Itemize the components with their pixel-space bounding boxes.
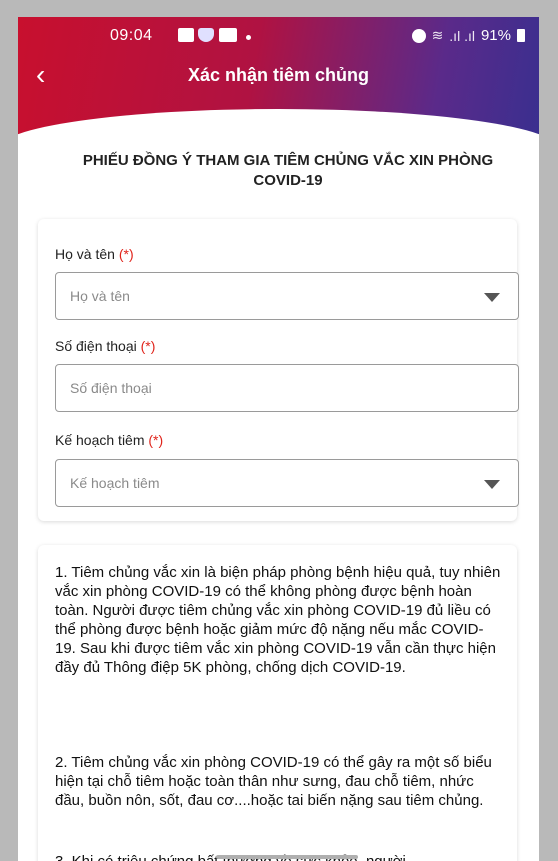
battery-level: 91% [480, 27, 511, 44]
status-bar: 09:04 ≋ .ıl .ıl 91% [18, 25, 539, 49]
full-name-label: Họ và tên (*) [55, 246, 134, 262]
form-card: Họ và tên (*) Họ và tên Số điện thoại (*… [38, 219, 519, 521]
battery-icon [517, 29, 525, 42]
signal-icon: .ıl .ıl [449, 27, 475, 44]
page-title: Xác nhận tiêm chủng [187, 65, 370, 85]
vaccination-plan-placeholder: Kế hoạch tiêm [70, 475, 160, 491]
consent-paragraph-1: 1. Tiêm chủng vắc xin là biện pháp phòng… [55, 564, 501, 676]
form-title: PHIẾU ĐỒNG Ý THAM GIA TIÊM CHỦNG VẮC XIN… [82, 152, 494, 189]
phone-label: Số điện thoại (*) [55, 338, 155, 354]
phone-input[interactable]: Số điện thoại [55, 364, 519, 412]
notification-dot-icon [246, 35, 251, 40]
phone-placeholder: Số điện thoại [70, 380, 152, 396]
required-mark: (*) [118, 246, 134, 262]
required-mark: (*) [148, 432, 164, 448]
full-name-dropdown[interactable]: Họ và tên [55, 272, 519, 320]
required-mark: (*) [140, 338, 156, 354]
phone-label-text: Số điện thoại [55, 338, 137, 354]
status-time: 09:04 [110, 27, 153, 44]
vaccination-plan-label-text: Kế hoạch tiêm [55, 432, 145, 448]
zalo-icon [219, 28, 237, 42]
phone-screen: 09:04 ≋ .ıl .ıl 91% ‹ Xác nhận tiêm chủn… [18, 17, 539, 861]
chevron-down-icon [484, 293, 500, 302]
consent-paragraph-2: 2. Tiêm chủng vắc xin phòng COVID-19 có … [55, 754, 492, 809]
vaccination-plan-label: Kế hoạch tiêm (*) [55, 432, 163, 448]
status-right: ≋ .ıl .ıl 91% [411, 27, 525, 44]
chevron-down-icon [484, 480, 500, 489]
vaccination-plan-dropdown[interactable]: Kế hoạch tiêm [55, 459, 519, 507]
full-name-placeholder: Họ và tên [70, 288, 130, 304]
alarm-icon [411, 28, 426, 43]
shield-icon [198, 28, 214, 42]
image-icon [178, 28, 194, 42]
wifi-icon: ≋ [431, 27, 444, 43]
consent-info-card: 1. Tiêm chủng vắc xin là biện pháp phòng… [38, 545, 517, 861]
home-indicator[interactable] [216, 855, 358, 859]
full-name-label-text: Họ và tên [55, 246, 115, 262]
